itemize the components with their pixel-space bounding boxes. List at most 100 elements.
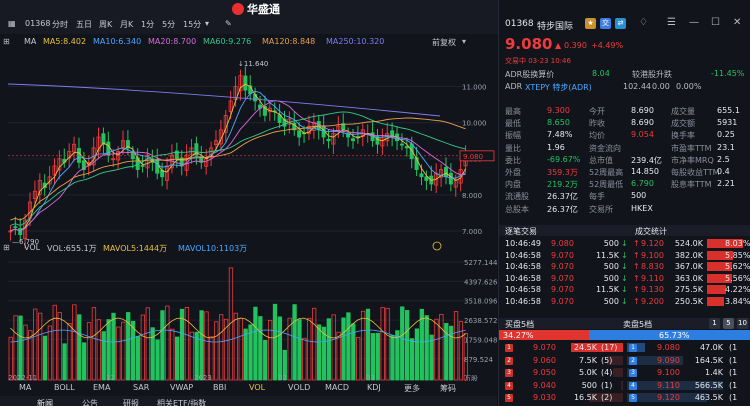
x-axis-label: 02 [278,374,287,381]
last-price: 9.080 [505,35,553,53]
bid-count: (5) [601,355,613,365]
indicator-tab-chips[interactable]: 筹码 [440,383,456,394]
period-tab-1分[interactable]: 1分 [141,19,154,30]
depth-10-button[interactable]: 10 [737,318,748,329]
candle-body [419,173,424,178]
quote-label: 委比 [505,155,521,165]
tab-research[interactable]: 研报 [123,398,139,406]
trade-volume: 11.5K [595,250,619,260]
period-tab-5分[interactable]: 5分 [162,19,175,30]
share-icon[interactable]: ⇄ [615,18,626,29]
quote-value: 239.4亿 [631,155,662,165]
bid-price: 9.040 [533,380,556,390]
quote-label: 每手 [589,192,605,202]
stats-title[interactable]: 成交统计 [635,226,667,237]
ma250-legend: MA250:10.320 [326,37,385,46]
candle-body [130,151,135,160]
badge-icon[interactable]: ★ [585,18,596,29]
depth-5-button[interactable]: 5 [723,318,734,329]
indicator-tab-vwap[interactable]: VWAP [170,383,193,392]
volume-bar [321,326,327,381]
indicator-tab-macd[interactable]: MACD [325,383,349,392]
ask-level-badge: 2 [629,356,637,365]
indicator-tab-more[interactable]: 更多 [404,383,420,394]
adr-name: ADR [505,82,523,91]
chart-expand-icon[interactable]: ⊞ [3,37,10,46]
trade-down-icon: ↓ [621,273,628,283]
stat-price: 9.130 [641,285,664,294]
volume-bar [424,315,429,381]
logo-icon [232,3,244,15]
vol-axis-label: 4397.626 [464,278,497,286]
quote-label: 最高 [505,107,521,116]
candle-body [155,159,160,174]
code-input-icon[interactable]: ▦ [8,19,16,28]
trade-status: 交易中 03-23 10:46 [505,57,571,65]
trade-down-icon: ↓ [621,262,628,271]
volume-bar [395,330,400,381]
ask-price: 9.080 [657,343,680,352]
adjust-dropdown-icon[interactable]: ▾ [462,37,466,46]
indicator-tab-vol[interactable]: VOL [249,383,265,392]
indicator-tab-sar[interactable]: SAR [133,383,149,392]
app-logo: 华盛通 [232,2,280,16]
tab-etf[interactable]: 相关ETF/指数 [157,398,206,406]
candle-body [13,226,18,229]
ma60-legend: MA60:9.276 [203,37,252,46]
tab-announcements[interactable]: 公告 [82,398,98,406]
period-tab-周K[interactable]: 周K [99,19,112,30]
bid-level-badge: 2 [505,356,513,365]
stat-up-icon: ↑ [633,250,640,260]
trade-time: 10:46:58 [505,250,541,260]
volume-bar [238,317,243,381]
volume-bar [57,312,62,381]
volume-bar [316,324,322,381]
period-tab-15分[interactable]: 15分 [183,19,201,30]
vol-settings-icon[interactable]: ⊞ [3,243,10,252]
indicator-tab-ema[interactable]: EMA [93,383,110,392]
volume-bar [429,334,434,381]
ask-volume: 164.5K [694,355,723,365]
candle-body [448,172,453,185]
alert-icon[interactable]: ♢ [639,17,648,28]
trade-icon[interactable]: 交 [600,18,611,29]
menu-icon[interactable]: ☰ [667,17,676,28]
period-tab-月K[interactable]: 月K [120,19,133,30]
trade-row: 10:46:58 9.070 11.5K ↓ ↑ 9.100 382.0K 5.85% [499,250,750,261]
close-icon[interactable]: ✕ [733,17,741,28]
quote-label: 内盘 [505,180,521,190]
volume-bar [434,318,439,381]
quote-value: 2.21 [717,179,735,189]
indicator-tab-ma[interactable]: MA [19,383,31,392]
period-tab-五日[interactable]: 五日 [76,19,92,30]
volume-chart[interactable]: 5277.144 4397.626 3518.096 2638.572 1759.048… [0,254,497,381]
vol-label: VOL [24,243,41,252]
indicator-tab-kdj[interactable]: KDJ [367,383,381,392]
stat-volume: 367.0K [674,262,703,271]
draw-tool-icon[interactable]: ✎ [225,19,232,28]
depth-1-button[interactable]: 1 [709,318,720,329]
kline-chart-panel[interactable]: ⊞ MA MA5:8.402 MA10:6.340 MA20:8.700 MA6… [0,34,497,406]
period-tab-分时[interactable]: 分时 [52,19,68,30]
indicator-tab-boll[interactable]: BOLL [54,383,75,392]
quote-label: 换手率 [671,131,695,141]
tab-news[interactable]: 新闻 [37,398,53,406]
trades-title[interactable]: 逐笔交易 [505,226,537,237]
orderbook-row: 5 9.030 16.5K (2) 5 9.120 463.5K (1 [499,392,750,403]
event-marker-icon[interactable] [432,241,442,251]
indicator-tab-vold[interactable]: VOLD [288,383,310,392]
adr-ticker[interactable]: XTEPY 特步(ADR) [525,82,592,93]
stat-price: 9.110 [641,273,664,283]
indicator-tab-bbi[interactable]: BBI [213,383,226,392]
volume-bar [258,316,263,381]
trade-price: 9.070 [551,250,574,260]
period-dropdown-icon[interactable]: ▾ [205,19,209,28]
stat-up-icon: ↑ [633,285,640,294]
candle-body [443,167,448,178]
stat-volume: 275.5K [674,285,703,294]
volume-bar [219,314,224,381]
ask-price: 9.100 [657,368,680,378]
maximize-icon[interactable]: ☐ [711,17,720,28]
minimize-icon[interactable]: — [689,17,699,28]
candle-body [297,130,302,138]
